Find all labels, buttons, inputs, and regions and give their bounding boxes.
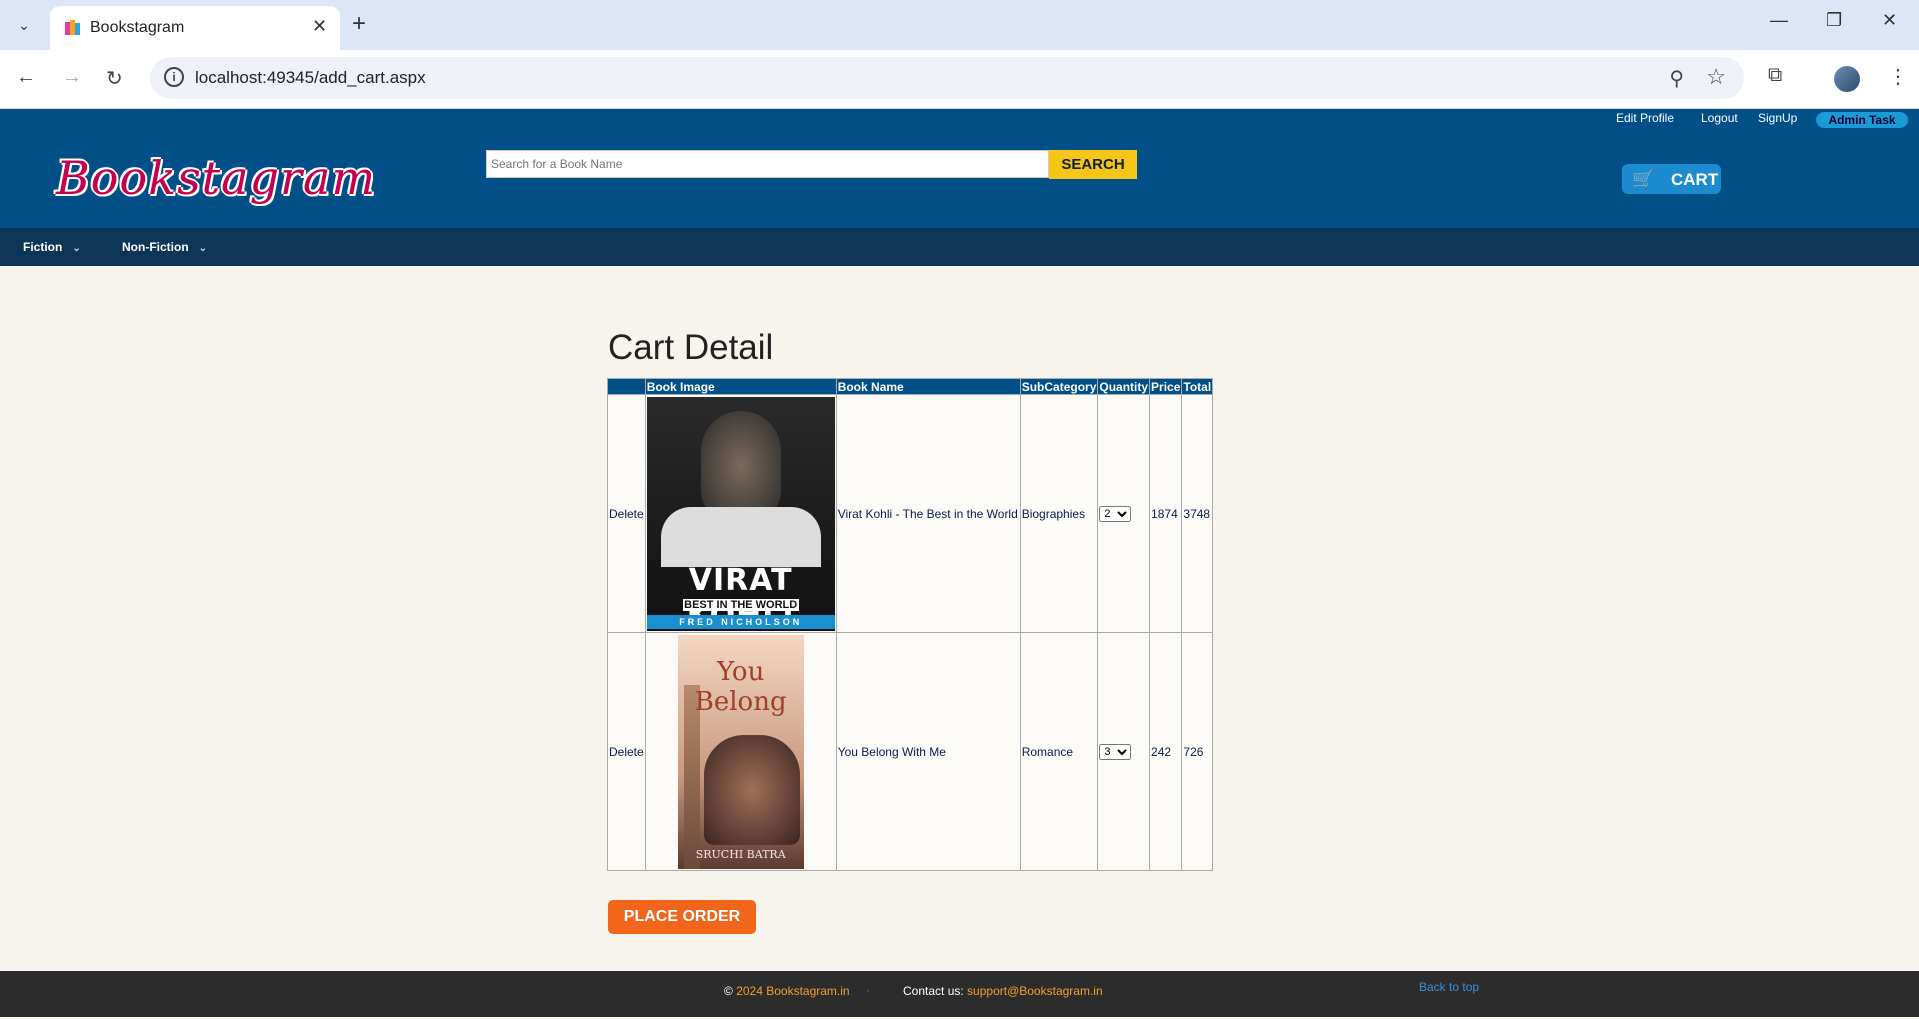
copyright-symbol: ©: [724, 984, 733, 998]
tab-title: Bookstagram: [90, 19, 185, 36]
column-header-subcategory: SubCategory: [1019, 378, 1099, 395]
shopping-cart-icon: 🛒: [1632, 169, 1655, 189]
admin-task-badge[interactable]: Admin Task: [1816, 112, 1908, 128]
url-text[interactable]: localhost:49345/add_cart.aspx: [195, 68, 426, 88]
logo-text: Bookstagram: [56, 151, 377, 205]
table-row: Delete You Belong SRUCHI BATRA You Belon…: [607, 632, 1214, 871]
browser-tab-strip: ⌄ Bookstagram ✕ + — ❐ ✕: [0, 0, 1919, 50]
chevron-down-icon: ⌄: [198, 243, 208, 254]
search-button[interactable]: SEARCH: [1049, 150, 1137, 179]
cover-portrait: [700, 410, 781, 521]
subcategory-cell: Biographies: [1019, 394, 1099, 633]
tab-close-icon[interactable]: ✕: [312, 16, 327, 37]
table-header-row: Book Image Book Name SubCategory Quantit…: [607, 378, 1214, 395]
column-header-book-name: Book Name: [835, 378, 1021, 395]
browser-tab[interactable]: Bookstagram ✕: [50, 6, 340, 50]
chevron-down-icon: ⌄: [72, 243, 81, 254]
page-title: Cart Detail: [608, 328, 774, 367]
column-header-quantity: Quantity: [1097, 378, 1151, 395]
quantity-select[interactable]: 3: [1099, 743, 1132, 760]
total-cell: 3748: [1181, 394, 1214, 633]
new-tab-icon[interactable]: +: [352, 10, 366, 38]
column-header-action: [607, 378, 646, 395]
column-header-book-image: Book Image: [644, 378, 837, 395]
copyright: © 2024 Bookstagram.in: [724, 984, 850, 998]
browser-menu-icon[interactable]: ⋮: [1888, 64, 1908, 89]
book-name-cell: Virat Kohli - The Best in the World: [835, 394, 1021, 633]
cover-subtitle: BEST IN THE WORLD: [682, 598, 799, 611]
cover-author: FRED NICHOLSON: [646, 614, 835, 629]
nav-fiction-label: Fiction: [23, 240, 63, 254]
cover-couple: [703, 734, 800, 845]
price-cell: 242: [1149, 632, 1183, 871]
nav-fiction[interactable]: Fiction ⌄: [23, 240, 81, 254]
reload-icon[interactable]: ↻: [106, 66, 123, 91]
bookmark-star-icon[interactable]: ☆: [1706, 64, 1726, 90]
contact-email-link[interactable]: support@Bookstagram.in: [967, 984, 1103, 998]
back-to-top-link[interactable]: Back to top: [1419, 980, 1479, 994]
cover-author: SRUCHI BATRA: [695, 847, 786, 861]
zoom-icon[interactable]: ⚲: [1669, 66, 1684, 91]
column-header-price: Price: [1149, 378, 1183, 395]
cart-table: Book Image Book Name SubCategory Quantit…: [607, 378, 1214, 871]
cover-title: You Belong: [694, 656, 787, 717]
category-navbar: Fiction ⌄ Non-Fiction ⌄: [0, 228, 1919, 266]
back-arrow-icon[interactable]: ←: [16, 66, 36, 89]
delete-link[interactable]: Delete: [609, 745, 644, 759]
column-header-total: Total: [1181, 378, 1214, 395]
search-input[interactable]: [486, 150, 1049, 178]
price-cell: 1874: [1149, 394, 1183, 633]
nav-non-fiction-label: Non-Fiction: [122, 240, 189, 254]
book-cover-image[interactable]: You Belong SRUCHI BATRA: [677, 634, 804, 869]
table-row: Delete VIRAT KOHLI BEST IN THE WORLD FRE…: [607, 394, 1214, 633]
minimize-icon[interactable]: —: [1770, 10, 1788, 31]
contact-info: Contact us: support@Bookstagram.in: [903, 984, 1103, 998]
forward-arrow-icon[interactable]: →: [62, 66, 82, 89]
address-bar[interactable]: i localhost:49345/add_cart.aspx ⚲ ☆: [150, 57, 1744, 99]
restore-icon[interactable]: ❐: [1826, 10, 1842, 31]
cover-shirt: [660, 506, 821, 567]
signup-link[interactable]: SignUp: [1758, 111, 1797, 125]
total-cell: 726: [1181, 632, 1214, 871]
site-footer: © 2024 Bookstagram.in · Contact us: supp…: [0, 971, 1919, 1017]
site-info-icon[interactable]: i: [164, 67, 184, 87]
logout-link[interactable]: Logout: [1701, 111, 1738, 125]
extensions-icon[interactable]: ⧉: [1768, 64, 1782, 87]
edit-profile-link[interactable]: Edit Profile: [1616, 111, 1674, 125]
subcategory-cell: Romance: [1019, 632, 1099, 871]
nav-non-fiction[interactable]: Non-Fiction ⌄: [122, 240, 207, 254]
browser-toolbar: ← → ↻ i localhost:49345/add_cart.aspx ⚲ …: [0, 50, 1919, 109]
bookstagram-favicon-icon: [65, 20, 80, 35]
contact-label: Contact us:: [903, 984, 964, 998]
book-name-cell: You Belong With Me: [835, 632, 1021, 871]
book-cover-image[interactable]: VIRAT KOHLI BEST IN THE WORLD FRED NICHO…: [646, 396, 835, 631]
footer-separator: ·: [866, 983, 870, 997]
quantity-select[interactable]: 2: [1099, 505, 1132, 522]
tab-search-chevron-icon[interactable]: ⌄: [8, 9, 40, 41]
profile-avatar[interactable]: [1834, 66, 1860, 92]
delete-link[interactable]: Delete: [609, 507, 644, 521]
place-order-button[interactable]: PLACE ORDER: [608, 900, 756, 934]
bookstagram-logo[interactable]: Bookstagram: [56, 151, 375, 213]
cart-label: CART: [1671, 170, 1719, 189]
cart-button[interactable]: 🛒 CART: [1622, 164, 1721, 194]
copyright-text[interactable]: 2024 Bookstagram.in: [736, 984, 849, 998]
window-close-icon[interactable]: ✕: [1882, 10, 1897, 31]
